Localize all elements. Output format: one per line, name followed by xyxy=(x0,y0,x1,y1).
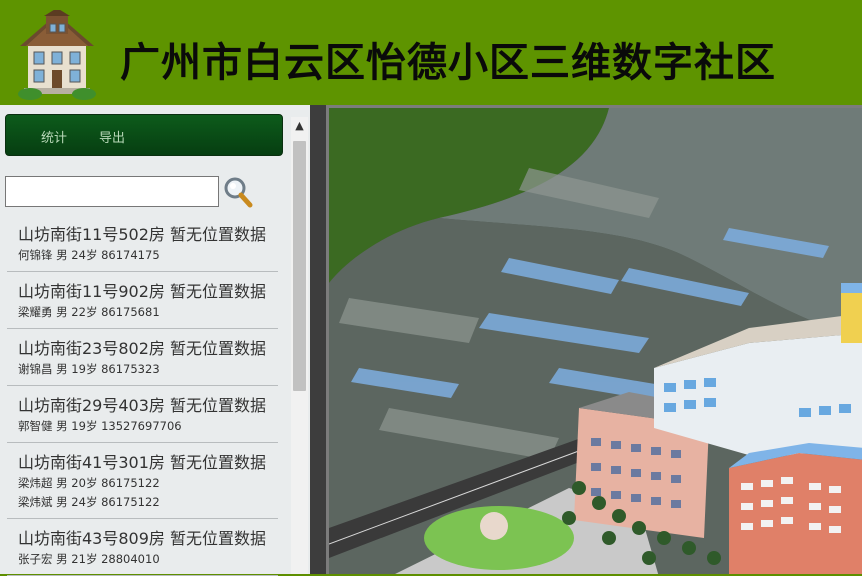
item-status: 暂无位置数据 xyxy=(170,282,267,301)
scroll-thumb[interactable] xyxy=(293,141,306,391)
scrollbar[interactable]: ▲ xyxy=(291,117,308,574)
panel-divider[interactable] xyxy=(310,105,326,574)
list-item[interactable]: 山坊南街43号809房 暂无位置数据 张子宏 男 21岁 28804010 xyxy=(7,519,278,576)
item-address: 山坊南街11号902房 xyxy=(18,282,165,301)
list-item[interactable]: 山坊南街11号502房 暂无位置数据 何锦锋 男 24岁 86174175 xyxy=(7,215,278,272)
list-item[interactable]: 山坊南街11号902房 暂无位置数据 梁耀勇 男 22岁 86175681 xyxy=(7,272,278,329)
list-item[interactable]: 山坊南街29号403房 暂无位置数据 郭智健 男 19岁 13527697706 xyxy=(7,386,278,443)
page-title: 广州市白云区怡德小区三维数字社区 xyxy=(120,40,776,86)
item-person: 梁炜超 男 20岁 86175122 xyxy=(18,476,160,490)
search-input[interactable] xyxy=(5,176,219,207)
toolbar: 统计 导出 xyxy=(5,114,283,156)
item-person: 梁炜斌 男 24岁 86175122 xyxy=(18,495,160,509)
item-person: 郭智健 男 19岁 13527697706 xyxy=(18,419,182,433)
item-person: 张子宏 男 21岁 28804010 xyxy=(18,552,160,566)
item-person: 梁耀勇 男 22岁 86175681 xyxy=(18,305,160,319)
resident-panel: 统计 导出 山坊南街11号502房 暂无位置数据 何锦锋 男 24岁 86174… xyxy=(0,105,310,576)
resident-list: 山坊南街11号502房 暂无位置数据 何锦锋 男 24岁 86174175 山坊… xyxy=(7,215,278,576)
house-icon xyxy=(18,10,96,100)
item-person: 何锦锋 男 24岁 86174175 xyxy=(18,248,160,262)
header: 广州市白云区怡德小区三维数字社区 xyxy=(0,0,862,105)
item-status: 暂无位置数据 xyxy=(170,396,267,415)
item-status: 暂无位置数据 xyxy=(170,453,267,472)
magnifier-icon[interactable] xyxy=(223,176,253,208)
list-item[interactable]: 山坊南街23号802房 暂无位置数据 谢锦昌 男 19岁 86175323 xyxy=(7,329,278,386)
item-address: 山坊南街11号502房 xyxy=(18,225,165,244)
item-address: 山坊南街41号301房 xyxy=(18,453,165,472)
item-person: 谢锦昌 男 19岁 86175323 xyxy=(18,362,160,376)
item-address: 山坊南街23号802房 xyxy=(18,339,165,358)
aerial-3d-scene xyxy=(329,108,862,574)
map-3d-view[interactable] xyxy=(326,105,862,574)
item-address: 山坊南街43号809房 xyxy=(18,529,165,548)
item-status: 暂无位置数据 xyxy=(170,339,267,358)
export-button[interactable]: 导出 xyxy=(99,127,125,146)
item-status: 暂无位置数据 xyxy=(170,225,267,244)
item-address: 山坊南街29号403房 xyxy=(18,396,165,415)
list-item[interactable]: 山坊南街41号301房 暂无位置数据 梁炜超 男 20岁 86175122 梁炜… xyxy=(7,443,278,519)
item-status: 暂无位置数据 xyxy=(170,529,267,548)
stats-button[interactable]: 统计 xyxy=(41,127,67,146)
scroll-up-icon[interactable]: ▲ xyxy=(291,117,308,134)
